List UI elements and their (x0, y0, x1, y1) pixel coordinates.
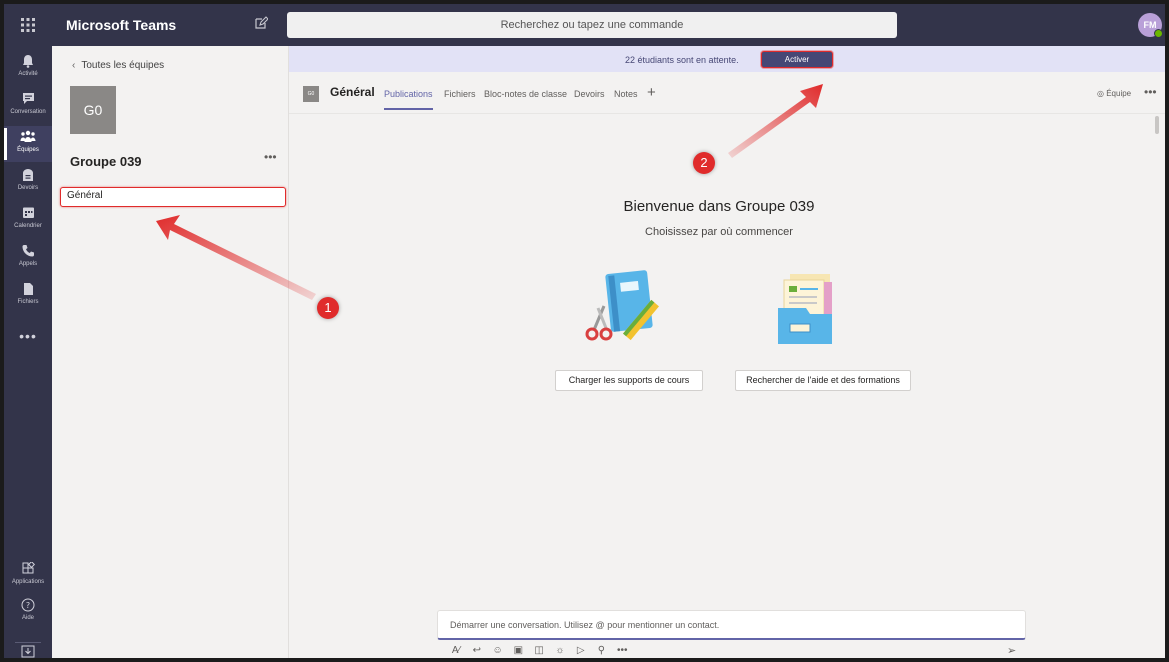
rail-item-calendrier[interactable]: Calendrier (4, 202, 52, 238)
teams-icon (19, 130, 37, 146)
assignments-icon (19, 168, 37, 184)
files-icon (19, 282, 37, 298)
annotation-badge-2: 2 (693, 152, 715, 174)
find-help-training-button[interactable]: Rechercher de l'aide et des formations (735, 370, 911, 391)
rail-item-fichiers[interactable]: Fichiers (4, 278, 52, 314)
meet-now-icon[interactable]: ☼ (551, 645, 569, 656)
back-to-all-teams-link[interactable]: ‹ Toutes les équipes (72, 60, 164, 71)
rail-label: Appels (18, 261, 38, 267)
rail-label: Conversation (10, 109, 46, 115)
chat-icon (19, 92, 37, 108)
rail-label: Équipes (17, 147, 39, 153)
rail-item-conversation[interactable]: Conversation (4, 88, 52, 124)
praise-icon[interactable]: ⚲ (592, 645, 610, 656)
add-tab-button[interactable]: + (647, 84, 656, 101)
tab-publications[interactable]: Publications (384, 89, 433, 110)
channel-title: Général (330, 85, 375, 99)
phone-icon (19, 244, 37, 260)
eye-icon: ◎ (1097, 89, 1104, 98)
compose-icon (255, 16, 269, 29)
channel-header: G0 Général Publications Fichiers Bloc-no… (289, 72, 1165, 114)
app-rail: Activité Conversation Équipes Devoirs Ca… (4, 46, 52, 658)
bell-icon (19, 54, 37, 70)
upload-course-materials-button[interactable]: Charger les supports de cours (555, 370, 703, 391)
attach-icon[interactable]: ↩ (468, 645, 486, 656)
svg-text:?: ? (26, 601, 30, 610)
team-view-button[interactable]: ◎ Équipe (1097, 89, 1131, 98)
top-bar: Microsoft Teams Recherchez ou tapez une … (4, 4, 1165, 46)
back-link-label: Toutes les équipes (81, 60, 165, 71)
tab-notes[interactable]: Notes (614, 89, 638, 99)
rail-item-appels[interactable]: Appels (4, 240, 52, 276)
more-options-icon[interactable]: ••• (613, 645, 631, 656)
new-chat-icon[interactable] (252, 16, 270, 34)
tab-fichiers[interactable]: Fichiers (444, 89, 476, 99)
format-icon[interactable]: A⁄ (447, 645, 465, 656)
chevron-left-icon: ‹ (72, 60, 76, 71)
send-icon[interactable]: ➢ (1007, 644, 1016, 657)
help-icon: ? (19, 598, 37, 614)
sticker-icon[interactable]: ◫ (530, 645, 548, 656)
annotation-badge-1: 1 (317, 297, 339, 319)
banner-text: 22 étudiants sont en attente. (625, 55, 739, 65)
rail-label: Activité (18, 71, 38, 77)
team-more-options-icon[interactable]: ••• (264, 150, 277, 164)
course-materials-illustration (585, 270, 659, 341)
waffle-icon (21, 18, 35, 32)
tab-bloc-notes[interactable]: Bloc-notes de classe (484, 89, 567, 99)
more-apps-icon[interactable]: ••• (4, 328, 52, 344)
app-title: Microsoft Teams (66, 17, 177, 33)
rail-label: Aide (21, 615, 34, 621)
pending-students-banner: 22 étudiants sont en attente. Activer (289, 46, 1165, 72)
main-area: 22 étudiants sont en attente. Activer G0… (289, 46, 1165, 658)
team-name: Groupe 039 (70, 154, 142, 169)
gif-icon[interactable]: ▣ (509, 645, 527, 656)
emoji-icon[interactable]: ☺ (489, 645, 507, 656)
channel-item-general[interactable]: Général (60, 187, 286, 207)
welcome-title: Bienvenue dans Groupe 039 (623, 198, 815, 215)
rail-label: Devoirs (17, 185, 39, 191)
rail-item-aide[interactable]: ? Aide (4, 594, 52, 628)
help-and-training-illustration (778, 274, 832, 344)
rail-label: Calendrier (14, 223, 42, 229)
rail-item-activite[interactable]: Activité (4, 50, 52, 86)
download-app-icon[interactable] (15, 642, 41, 658)
search-input[interactable]: Recherchez ou tapez une commande (287, 12, 897, 38)
scrollbar[interactable] (1155, 116, 1159, 134)
channel-more-options-icon[interactable]: ••• (1144, 85, 1157, 99)
rail-label: Fichiers (17, 299, 39, 305)
compose-input[interactable]: Démarrer une conversation. Utilisez @ po… (437, 610, 1026, 640)
apps-icon (19, 560, 37, 578)
presence-status-icon (1154, 29, 1163, 38)
rail-item-equipes[interactable]: Équipes (4, 126, 52, 162)
rail-label: Applications (11, 579, 45, 585)
team-view-label: Équipe (1106, 89, 1132, 98)
team-avatar: G0 (70, 86, 116, 134)
rail-item-applications[interactable]: Applications (4, 558, 52, 592)
welcome-subtitle: Choisissez par où commencer (645, 226, 793, 238)
team-panel: ‹ Toutes les équipes G0 Groupe 039 ••• Gé… (52, 46, 289, 658)
rail-item-devoirs[interactable]: Devoirs (4, 164, 52, 200)
app-launcher-icon[interactable] (4, 4, 52, 46)
activate-button[interactable]: Activer (761, 51, 833, 68)
channel-team-avatar: G0 (303, 86, 319, 102)
compose-toolbar: A⁄ ↩ ☺ ▣ ◫ ☼ ▷ ⚲ ••• (447, 645, 631, 658)
calendar-icon (19, 206, 37, 222)
tab-devoirs[interactable]: Devoirs (574, 89, 605, 99)
stream-icon[interactable]: ▷ (572, 645, 590, 656)
teams-window: Microsoft Teams Recherchez ou tapez une … (0, 0, 1169, 662)
